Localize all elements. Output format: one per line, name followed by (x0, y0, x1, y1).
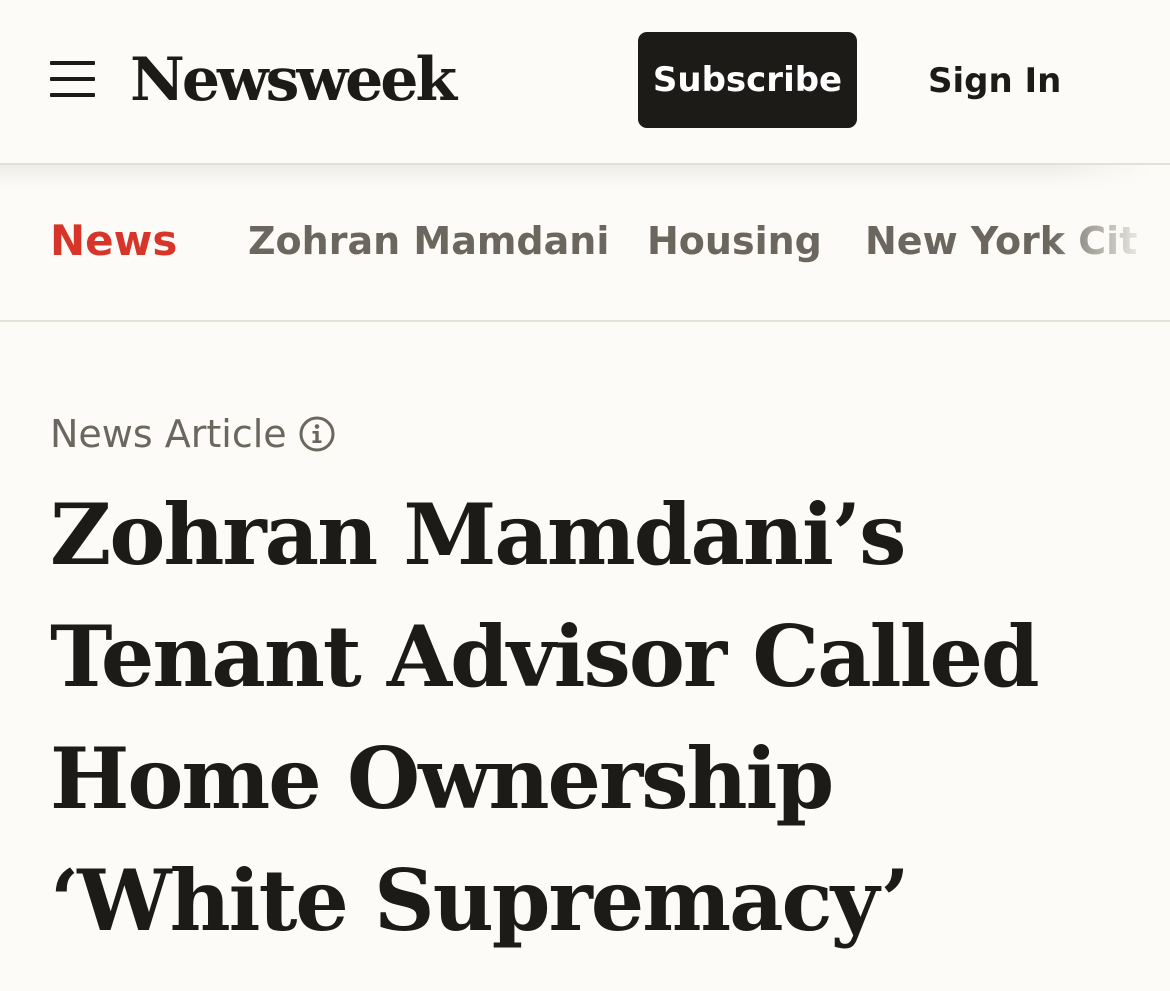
info-icon[interactable] (299, 416, 335, 452)
newsweek-logo[interactable]: Newsweek (130, 44, 457, 116)
menu-bar (50, 61, 95, 65)
article-headline: Zohran Mamdani’s Tenant Advisor Called H… (50, 485, 1040, 950)
sign-in-link[interactable]: Sign In (928, 56, 1061, 106)
subscribe-button[interactable]: Subscribe (638, 32, 857, 128)
menu-bar (50, 77, 95, 81)
menu-bar (50, 93, 95, 97)
topic-zohran-mamdani[interactable]: Zohran Mamdani (248, 213, 609, 269)
topic-news[interactable]: News (50, 213, 177, 269)
site-header: Newsweek Subscribe Sign In (0, 0, 1170, 165)
article-type: News Article (50, 408, 335, 460)
topic-nav: News Zohran Mamdani Housing New York Cit (0, 165, 1170, 322)
topic-housing[interactable]: Housing (647, 213, 822, 269)
hamburger-menu-icon[interactable] (50, 61, 95, 99)
topic-new-york-city[interactable]: New York Cit (865, 213, 1137, 269)
article-type-label: News Article (50, 412, 287, 456)
